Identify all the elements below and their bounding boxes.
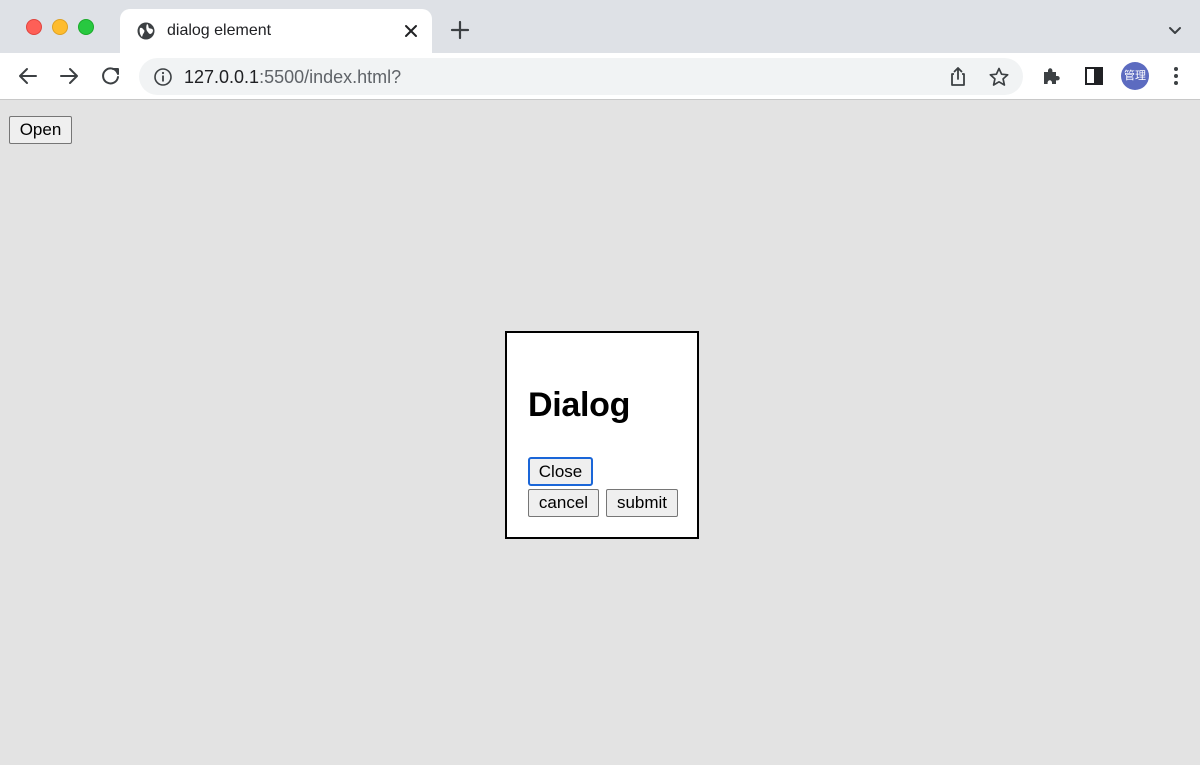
close-icon[interactable] bbox=[401, 21, 421, 41]
browser-toolbar: 127.0.0.1:5500/index.html? 管理 bbox=[0, 53, 1200, 100]
dialog: Dialog Close cancel submit bbox=[505, 331, 699, 539]
side-panel-icon[interactable] bbox=[1083, 65, 1105, 87]
reload-icon[interactable] bbox=[99, 64, 123, 88]
arrow-left-icon[interactable] bbox=[16, 64, 40, 88]
address-bar[interactable]: 127.0.0.1:5500/index.html? bbox=[139, 58, 1023, 95]
arrow-right-icon[interactable] bbox=[57, 64, 81, 88]
avatar[interactable]: 管理 bbox=[1121, 62, 1149, 90]
share-icon[interactable] bbox=[947, 66, 969, 88]
cancel-button[interactable]: cancel bbox=[528, 489, 599, 517]
url-text: 127.0.0.1:5500/index.html? bbox=[184, 67, 401, 87]
more-vert-icon[interactable] bbox=[1167, 65, 1185, 87]
chevron-down-icon[interactable] bbox=[1166, 22, 1184, 40]
url-host: 127.0.0.1 bbox=[184, 67, 260, 87]
puzzle-icon[interactable] bbox=[1040, 65, 1062, 87]
tab-title: dialog element bbox=[167, 22, 272, 39]
star-icon[interactable] bbox=[988, 66, 1010, 88]
submit-button[interactable]: submit bbox=[606, 489, 678, 517]
window-zoom-button[interactable] bbox=[78, 19, 94, 35]
active-tab[interactable]: dialog element bbox=[120, 9, 432, 53]
dialog-title: Dialog bbox=[528, 386, 631, 424]
open-button[interactable]: Open bbox=[9, 116, 72, 144]
page-viewport: Open Dialog Close cancel submit bbox=[0, 101, 1200, 765]
plus-icon[interactable] bbox=[449, 19, 471, 41]
window-close-button[interactable] bbox=[26, 19, 42, 35]
url-path: :5500/index.html? bbox=[259, 67, 402, 87]
window-minimize-button[interactable] bbox=[52, 19, 68, 35]
globe-icon bbox=[137, 22, 155, 40]
info-icon[interactable] bbox=[153, 67, 173, 87]
tab-strip: dialog element bbox=[0, 0, 1200, 53]
close-button[interactable]: Close bbox=[528, 457, 593, 486]
